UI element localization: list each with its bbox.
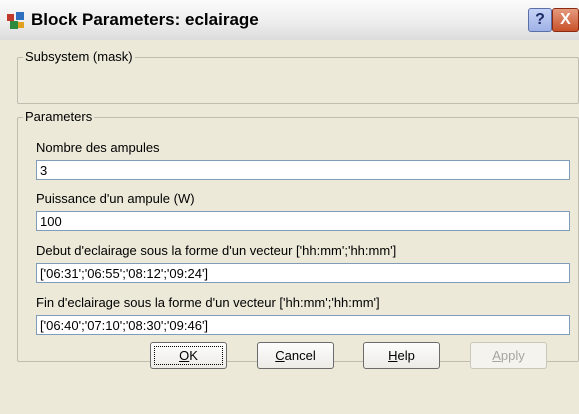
nombre-ampules-input[interactable] bbox=[36, 160, 570, 180]
focus-ring bbox=[154, 346, 223, 365]
help-label: elp bbox=[397, 348, 415, 363]
fin-eclairage-input[interactable] bbox=[36, 315, 570, 335]
subsystem-legend: Subsystem (mask) bbox=[23, 49, 135, 64]
titlebar-help-button[interactable]: ? bbox=[528, 8, 552, 32]
field-label-nombre-ampules: Nombre des ampules bbox=[36, 140, 160, 155]
help-button[interactable]: Help bbox=[363, 342, 440, 369]
parameters-legend: Parameters bbox=[23, 109, 95, 124]
question-mark-icon: ? bbox=[535, 11, 545, 28]
field-label-puissance: Puissance d'un ampule (W) bbox=[36, 191, 195, 206]
help-mnemonic: H bbox=[388, 348, 398, 363]
apply-label: pply bbox=[500, 348, 525, 363]
subsystem-group: Subsystem (mask) bbox=[17, 49, 579, 104]
close-icon: X bbox=[560, 11, 571, 28]
debut-eclairage-input[interactable] bbox=[36, 263, 570, 283]
block-parameters-dialog: Block Parameters: eclairage ? X Subsyste… bbox=[0, 0, 579, 414]
cancel-label: ancel bbox=[284, 348, 316, 363]
cancel-button[interactable]: Cancel bbox=[257, 342, 334, 369]
simulink-block-icon bbox=[7, 12, 25, 30]
dialog-body: Subsystem (mask) Parameters Nombre des a… bbox=[0, 40, 579, 414]
field-label-fin-eclairage: Fin d'eclairage sous la forme d'un vecte… bbox=[36, 295, 380, 310]
title-bar[interactable]: Block Parameters: eclairage ? X bbox=[0, 0, 579, 40]
apply-mnemonic: A bbox=[492, 348, 501, 363]
apply-button[interactable]: Apply bbox=[470, 342, 547, 369]
field-label-debut-eclairage: Debut d'eclairage sous la forme d'un vec… bbox=[36, 243, 397, 258]
puissance-input[interactable] bbox=[36, 211, 570, 231]
close-button[interactable]: X bbox=[552, 8, 579, 32]
window-title: Block Parameters: eclairage bbox=[31, 10, 259, 29]
cancel-mnemonic: C bbox=[275, 348, 285, 363]
ok-button[interactable]: OK bbox=[150, 342, 227, 369]
